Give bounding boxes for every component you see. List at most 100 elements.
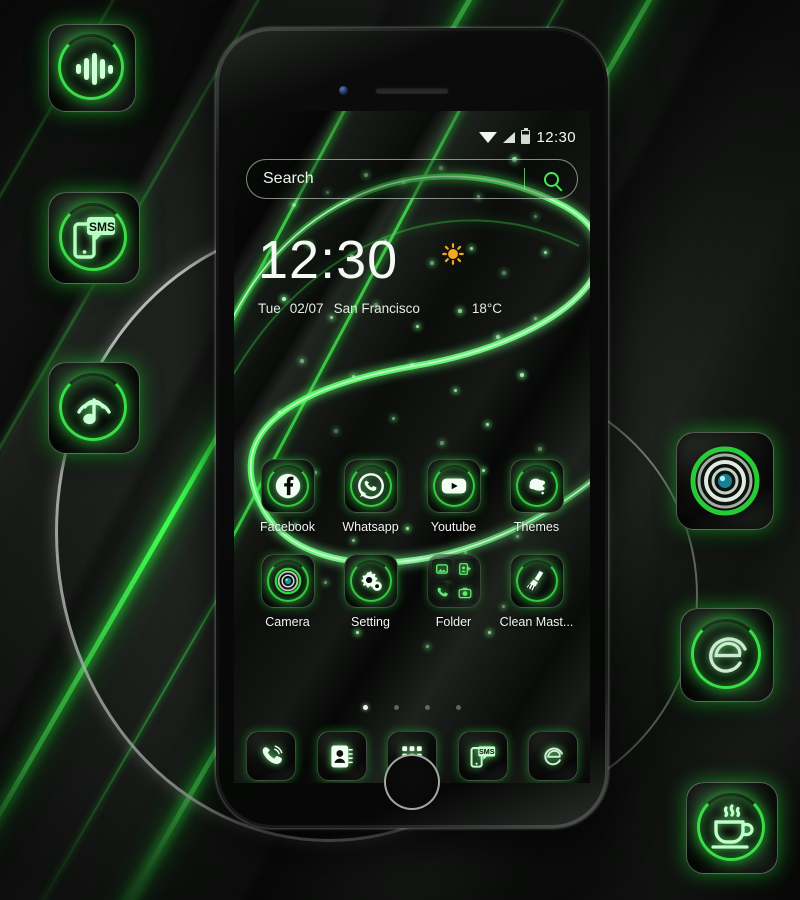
page-indicator <box>234 705 590 710</box>
svg-text:SMS: SMS <box>89 220 115 234</box>
themes-icon <box>522 471 552 501</box>
search-input[interactable]: Search <box>247 170 524 188</box>
theme-preview-stage: 12:30 Search 12:30 Tue 02/07 San Francis… <box>0 0 800 900</box>
app-icon-tile[interactable] <box>261 554 315 608</box>
app-grid: Facebook Whatsapp Youtube Themes Camera … <box>246 459 578 629</box>
app-label: Themes <box>514 520 559 534</box>
app-label: Clean Mast... <box>500 615 574 629</box>
phone-screen: 12:30 Search 12:30 Tue 02/07 San Francis… <box>234 111 590 783</box>
app-label: Youtube <box>431 520 476 534</box>
sparkle-particle <box>534 215 537 218</box>
search-button[interactable] <box>525 160 577 198</box>
browser-e-icon <box>700 628 754 682</box>
app-whatsapp[interactable]: Whatsapp <box>329 459 412 534</box>
folder-mini-icon-add-contact <box>455 559 476 580</box>
sparkle-particle <box>496 335 500 339</box>
dock-item-browser[interactable] <box>528 731 578 781</box>
dock-item-phone-dialer[interactable] <box>246 731 296 781</box>
sms-bubble-icon: SMS <box>68 212 120 264</box>
app-folder[interactable]: Folder <box>412 554 495 629</box>
app-setting[interactable]: Setting <box>329 554 412 629</box>
app-label: Folder <box>436 615 471 629</box>
sparkle-particle <box>538 447 542 451</box>
wifi-icon <box>479 132 497 143</box>
equalizer-bars-icon <box>68 44 116 92</box>
search-icon <box>544 172 559 187</box>
app-icon-tile[interactable] <box>510 459 564 513</box>
app-label: Whatsapp <box>342 520 398 534</box>
signal-icon <box>503 132 515 143</box>
page-dot-3[interactable] <box>425 705 430 710</box>
sparkle-particle <box>300 359 304 363</box>
app-icon-tile[interactable] <box>261 459 315 513</box>
app-icon-tile[interactable] <box>510 554 564 608</box>
app-camera[interactable]: Camera <box>246 554 329 629</box>
app-label: Setting <box>351 615 390 629</box>
app-label: Facebook <box>260 520 315 534</box>
app-youtube[interactable]: Youtube <box>412 459 495 534</box>
floating-icon-camera[interactable] <box>676 432 774 530</box>
clock-city: San Francisco <box>334 301 420 316</box>
sparkle-particle <box>488 631 491 634</box>
sparkle-particle <box>534 317 537 320</box>
dock-item-contacts[interactable] <box>317 731 367 781</box>
clean-master-broom-icon <box>522 566 552 596</box>
sparkle-particle <box>410 363 414 367</box>
phone-mockup: 12:30 Search 12:30 Tue 02/07 San Francis… <box>216 28 608 828</box>
music-note-waves-icon <box>68 382 120 434</box>
app-icon-tile[interactable] <box>344 459 398 513</box>
sparkle-particle <box>520 373 524 377</box>
clock-weather-widget[interactable]: 12:30 Tue 02/07 San Francisco 18°C <box>258 233 568 316</box>
page-dot-1[interactable] <box>363 705 368 710</box>
sparkle-particle <box>356 631 359 634</box>
status-bar-time: 12:30 <box>536 129 576 146</box>
floating-icon-equalizer[interactable] <box>48 24 136 112</box>
phone-body: 12:30 Search 12:30 Tue 02/07 San Francis… <box>219 31 605 825</box>
camera-icon <box>273 566 303 596</box>
clock-time: 12:30 <box>258 233 568 287</box>
clock-detail-row: Tue 02/07 San Francisco 18°C <box>258 301 568 316</box>
sparkle-particle <box>416 325 419 328</box>
settings-gear-icon <box>356 566 386 596</box>
app-themes[interactable]: Themes <box>495 459 578 534</box>
app-icon-tile[interactable] <box>344 554 398 608</box>
floating-icon-sms[interactable]: SMS <box>48 192 140 284</box>
home-button[interactable] <box>384 754 440 810</box>
whatsapp-icon <box>356 471 386 501</box>
floating-icon-browser[interactable] <box>680 608 774 702</box>
app-clean-master[interactable]: Clean Mast... <box>495 554 578 629</box>
sparkle-particle <box>334 429 338 433</box>
battery-icon <box>521 130 530 144</box>
coffee-cup-icon <box>705 801 759 855</box>
status-bar: 12:30 <box>234 127 590 147</box>
app-icon-tile[interactable] <box>427 459 481 513</box>
browser-e-icon <box>540 743 567 770</box>
folder-icon[interactable] <box>427 554 481 608</box>
clock-date: 02/07 <box>290 301 324 316</box>
page-dot-4[interactable] <box>456 705 461 710</box>
app-label: Camera <box>265 615 309 629</box>
contacts-icon <box>328 743 355 770</box>
phone-icon <box>258 743 285 770</box>
earpiece-speaker <box>375 87 449 94</box>
folder-mini-icon-phone <box>432 583 453 604</box>
youtube-icon <box>439 471 469 501</box>
clock-temperature: 18°C <box>472 301 502 316</box>
svg-text:SMS: SMS <box>479 747 495 755</box>
folder-mini-icon-gallery <box>432 559 453 580</box>
floating-icon-coffee[interactable] <box>686 782 778 874</box>
dock-item-messaging[interactable]: SMS <box>458 731 508 781</box>
sunny-icon <box>442 243 464 265</box>
page-dot-2[interactable] <box>394 705 399 710</box>
camera-lens-icon <box>688 444 762 518</box>
floating-icon-music[interactable] <box>48 362 140 454</box>
sms-icon: SMS <box>469 743 496 770</box>
app-facebook[interactable]: Facebook <box>246 459 329 534</box>
folder-mini-icon-camera <box>455 583 476 604</box>
sparkle-particle <box>392 417 395 420</box>
clock-day: Tue <box>258 301 281 316</box>
sparkle-particle <box>292 203 296 207</box>
sparkle-particle <box>440 441 444 445</box>
search-bar[interactable]: Search <box>246 159 578 199</box>
sparkle-particle <box>352 375 355 378</box>
